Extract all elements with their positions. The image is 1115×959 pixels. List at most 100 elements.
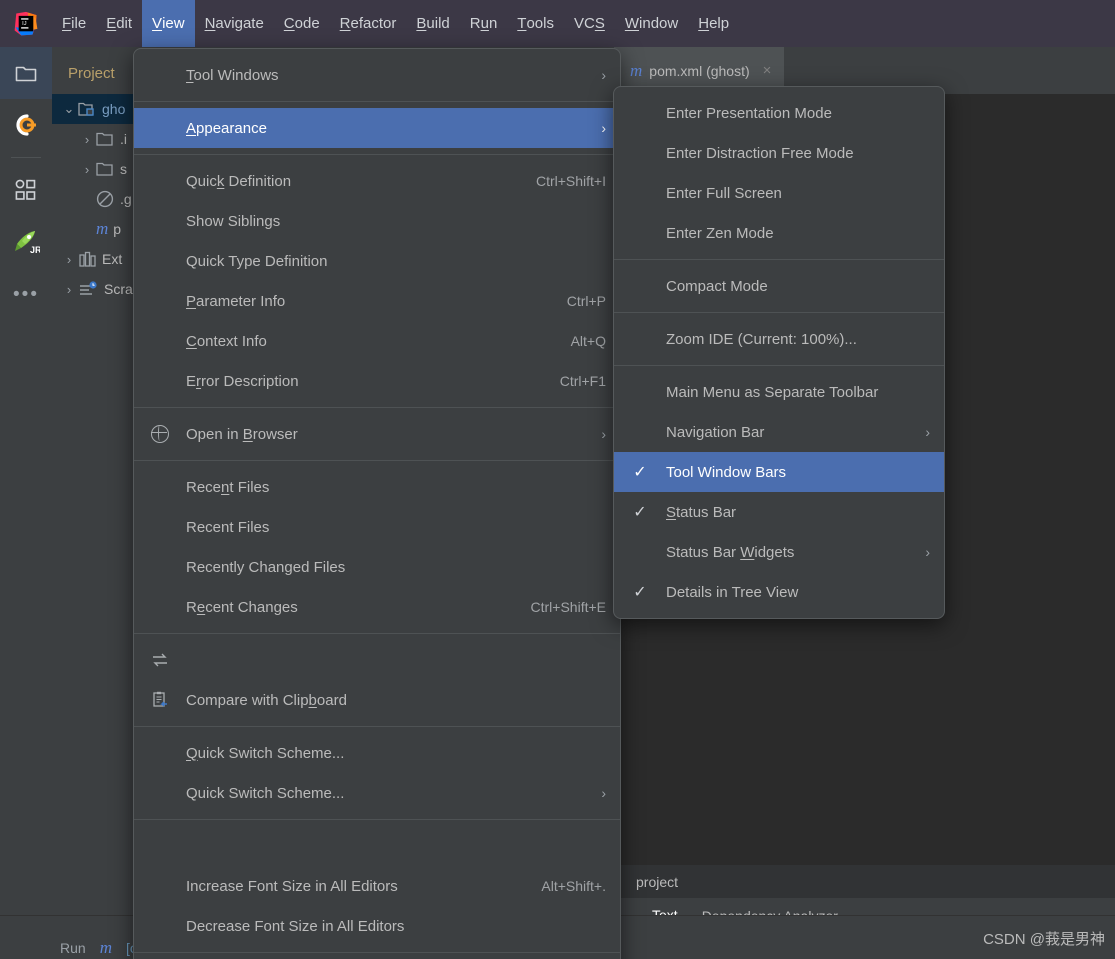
svg-text:JR: JR — [30, 245, 40, 255]
chevron-right-icon: › — [925, 544, 930, 560]
menu-window[interactable]: Window — [615, 0, 688, 47]
menu-item-show-siblings[interactable]: Show Siblings — [134, 201, 620, 241]
submenu-item-status-bar-widgets[interactable]: Status Bar Widgets › — [614, 532, 944, 572]
menu-item-accelerator: Ctrl+P — [566, 293, 606, 309]
menu-file[interactable]: File — [52, 0, 96, 47]
menu-item-label: Context Info — [186, 332, 267, 350]
menu-navigate[interactable]: Navigate — [195, 0, 274, 47]
chevron-right-icon[interactable]: › — [78, 132, 96, 147]
menu-item-label: Tool Window Bars — [666, 463, 787, 481]
submenu-item-enter-presentation-mode[interactable]: Enter Presentation Mode — [614, 93, 944, 133]
folder-icon — [15, 66, 37, 81]
menu-item-icon-slot — [134, 652, 186, 668]
menu-item-label: Status Bar Widgets — [666, 543, 795, 561]
menu-item-open-in-browser[interactable]: Open in Browser › — [134, 414, 620, 454]
menu-item-label: Enter Zen Mode — [666, 224, 774, 242]
menu-item-label: Quick Switch Scheme... — [186, 744, 345, 762]
compare-icon — [153, 653, 167, 667]
menu-item-recent-files[interactable]: Recent Files — [134, 467, 620, 507]
menu-build[interactable]: Build — [406, 0, 459, 47]
menu-item-quick-type-definition[interactable]: Quick Type Definition — [134, 241, 620, 281]
menu-item-quick-definition[interactable]: Quick Definition Ctrl+Shift+I — [134, 161, 620, 201]
sidebar-item-more[interactable]: ••• — [0, 268, 52, 320]
close-icon[interactable]: × — [763, 62, 772, 79]
menu-item-tool-windows[interactable]: Tool Windows › — [134, 55, 620, 95]
chevron-down-icon[interactable]: ⌄ — [60, 101, 78, 117]
menu-item-context-info[interactable]: Context Info Alt+Q — [134, 321, 620, 361]
sidebar-item-structure[interactable] — [0, 164, 52, 216]
menu-item-quick-switch-scheme[interactable]: Quick Switch Scheme... — [134, 733, 620, 773]
sidebar-item-project[interactable] — [0, 47, 52, 99]
sidebar-item-jrebel[interactable]: JR — [0, 216, 52, 268]
menu-item-accelerator: Alt+Q — [570, 333, 606, 349]
jrebel-rocket-icon: JR — [15, 231, 40, 255]
submenu-item-compact-mode[interactable]: Compact Mode — [614, 266, 944, 306]
tree-label: Scra — [104, 281, 133, 297]
structure-grid-icon — [15, 179, 36, 200]
module-folder-icon — [78, 102, 94, 116]
maven-m-icon: m — [96, 219, 109, 238]
tree-label: p — [113, 221, 122, 237]
menu-item-compare-with-clipboard[interactable]: Compare with Clipboard — [134, 680, 620, 720]
submenu-item-details-in-tree-view[interactable]: ✓ Details in Tree View — [614, 572, 944, 612]
chevron-right-icon[interactable]: › — [60, 252, 78, 267]
menu-item-accelerator: Ctrl+F1 — [559, 373, 606, 389]
menu-item-label: Enter Presentation Mode — [666, 104, 832, 122]
menu-view[interactable]: View — [142, 0, 195, 47]
chevron-right-icon[interactable]: › — [78, 162, 96, 177]
tool-window-bar-left: JR ••• — [0, 47, 53, 959]
menu-item-label: Show Siblings — [186, 212, 281, 230]
library-icon — [79, 251, 96, 267]
menu-item-appearance[interactable]: Appearance › — [134, 108, 620, 148]
submenu-item-enter-zen-mode[interactable]: Enter Zen Mode — [614, 213, 944, 253]
menu-item-parameter-info[interactable]: Parameter Info Ctrl+P — [134, 281, 620, 321]
menu-items-container: File Edit View Navigate Code Refactor Bu… — [52, 0, 739, 47]
menu-item-reset-font-size[interactable]: Decrease Font Size in All Editors — [134, 906, 620, 946]
chevron-right-icon: › — [601, 120, 606, 136]
menu-vcs[interactable]: VC S — [564, 0, 615, 47]
menu-separator — [134, 154, 620, 155]
menu-item-compare-with[interactable] — [134, 640, 620, 680]
menu-item-accelerator: Alt+Shift+. — [541, 878, 606, 894]
tree-label: s — [120, 161, 127, 177]
menu-item-label: Quick Type Definition — [186, 252, 328, 270]
chevron-right-icon: › — [601, 67, 606, 83]
submenu-item-enter-full-screen[interactable]: Enter Full Screen — [614, 173, 944, 213]
menu-item-decrease-font-size[interactable]: Increase Font Size in All Editors Alt+Sh… — [134, 866, 620, 906]
editor-tab-label: pom.xml (ghost) — [649, 62, 750, 79]
menu-item-label: Parameter Info — [186, 292, 286, 310]
submenu-item-enter-distraction-free-mode[interactable]: Enter Distraction Free Mode — [614, 133, 944, 173]
menu-item-label: Enter Full Screen — [666, 184, 782, 202]
toolbar-separator — [11, 157, 41, 158]
submenu-item-zoom-ide[interactable]: Zoom IDE (Current: 100%)... — [614, 319, 944, 359]
menu-item-label: Details in Tree View — [666, 583, 799, 601]
menu-item-label: Recent Files — [186, 518, 270, 536]
menu-item-increase-font-size[interactable] — [134, 826, 620, 866]
menu-separator — [134, 633, 620, 634]
menu-run[interactable]: Run — [460, 0, 508, 47]
menu-code[interactable]: Code — [274, 0, 330, 47]
chevron-right-icon[interactable]: › — [60, 282, 78, 297]
tree-label: Ext — [102, 251, 123, 267]
submenu-item-main-menu-as-separate-toolbar[interactable]: Main Menu as Separate Toolbar — [614, 372, 944, 412]
menu-help[interactable]: Help — [688, 0, 739, 47]
menu-item-label: Tool Windows — [186, 66, 279, 84]
chevron-right-icon: › — [601, 426, 606, 442]
tree-label: .i — [120, 131, 127, 147]
menu-item-recent-changes[interactable]: Recent Changes Ctrl+Shift+E — [134, 587, 620, 627]
menu-edit[interactable]: Edit — [96, 0, 142, 47]
submenu-item-status-bar[interactable]: ✓ Status Bar — [614, 492, 944, 532]
menu-item-label: Main Menu as Separate Toolbar — [666, 383, 879, 401]
submenu-item-tool-window-bars[interactable]: ✓ Tool Window Bars — [614, 452, 944, 492]
sidebar-item-commit[interactable] — [0, 99, 52, 151]
menu-item-recent-locations[interactable]: Recently Changed Files — [134, 547, 620, 587]
submenu-item-navigation-bar[interactable]: Navigation Bar › — [614, 412, 944, 452]
menu-item-label: Recently Changed Files — [186, 558, 346, 576]
menu-item-recently-changed-files[interactable]: Recent Files — [134, 507, 620, 547]
menu-item-icon-slot — [134, 425, 186, 443]
menu-item-active-editor[interactable]: Quick Switch Scheme... › — [134, 773, 620, 813]
menu-item-error-description[interactable]: Error Description Ctrl+F1 — [134, 361, 620, 401]
menu-item-label: Appearance — [186, 119, 267, 137]
menu-tools[interactable]: Tools — [507, 0, 564, 47]
menu-refactor[interactable]: Refactor — [330, 0, 407, 47]
